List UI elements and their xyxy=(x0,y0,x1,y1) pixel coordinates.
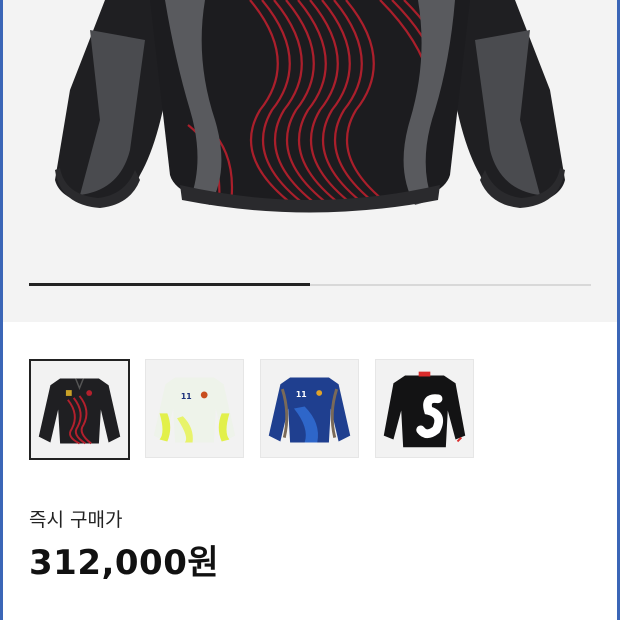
frame-border-left xyxy=(0,0,3,620)
jacket-thumbnail-image: 11 xyxy=(261,360,358,457)
instant-buy-price-label: 즉시 구매가 xyxy=(29,509,123,531)
thumbnail-black-s-logo[interactable] xyxy=(375,359,474,458)
product-main-image xyxy=(55,0,565,213)
jacket-thumbnail-image: 11 xyxy=(146,360,243,457)
thumbnail-list: 11 11 xyxy=(29,359,479,460)
gallery-progress-bar xyxy=(29,283,591,286)
instant-buy-price-value: 312,000원 xyxy=(29,543,220,583)
thumbnail-white-yellow[interactable]: 11 xyxy=(145,359,244,458)
jacket-thumbnail-image xyxy=(31,361,128,458)
jacket-thumbnail-image xyxy=(376,360,473,457)
product-image-carousel[interactable] xyxy=(0,0,620,322)
thumbnail-blue[interactable]: 11 xyxy=(260,359,359,458)
svg-text:11: 11 xyxy=(296,390,307,399)
svg-text:11: 11 xyxy=(181,392,192,401)
thumbnail-black-red[interactable] xyxy=(29,359,130,460)
gallery-progress-fill xyxy=(29,283,310,286)
